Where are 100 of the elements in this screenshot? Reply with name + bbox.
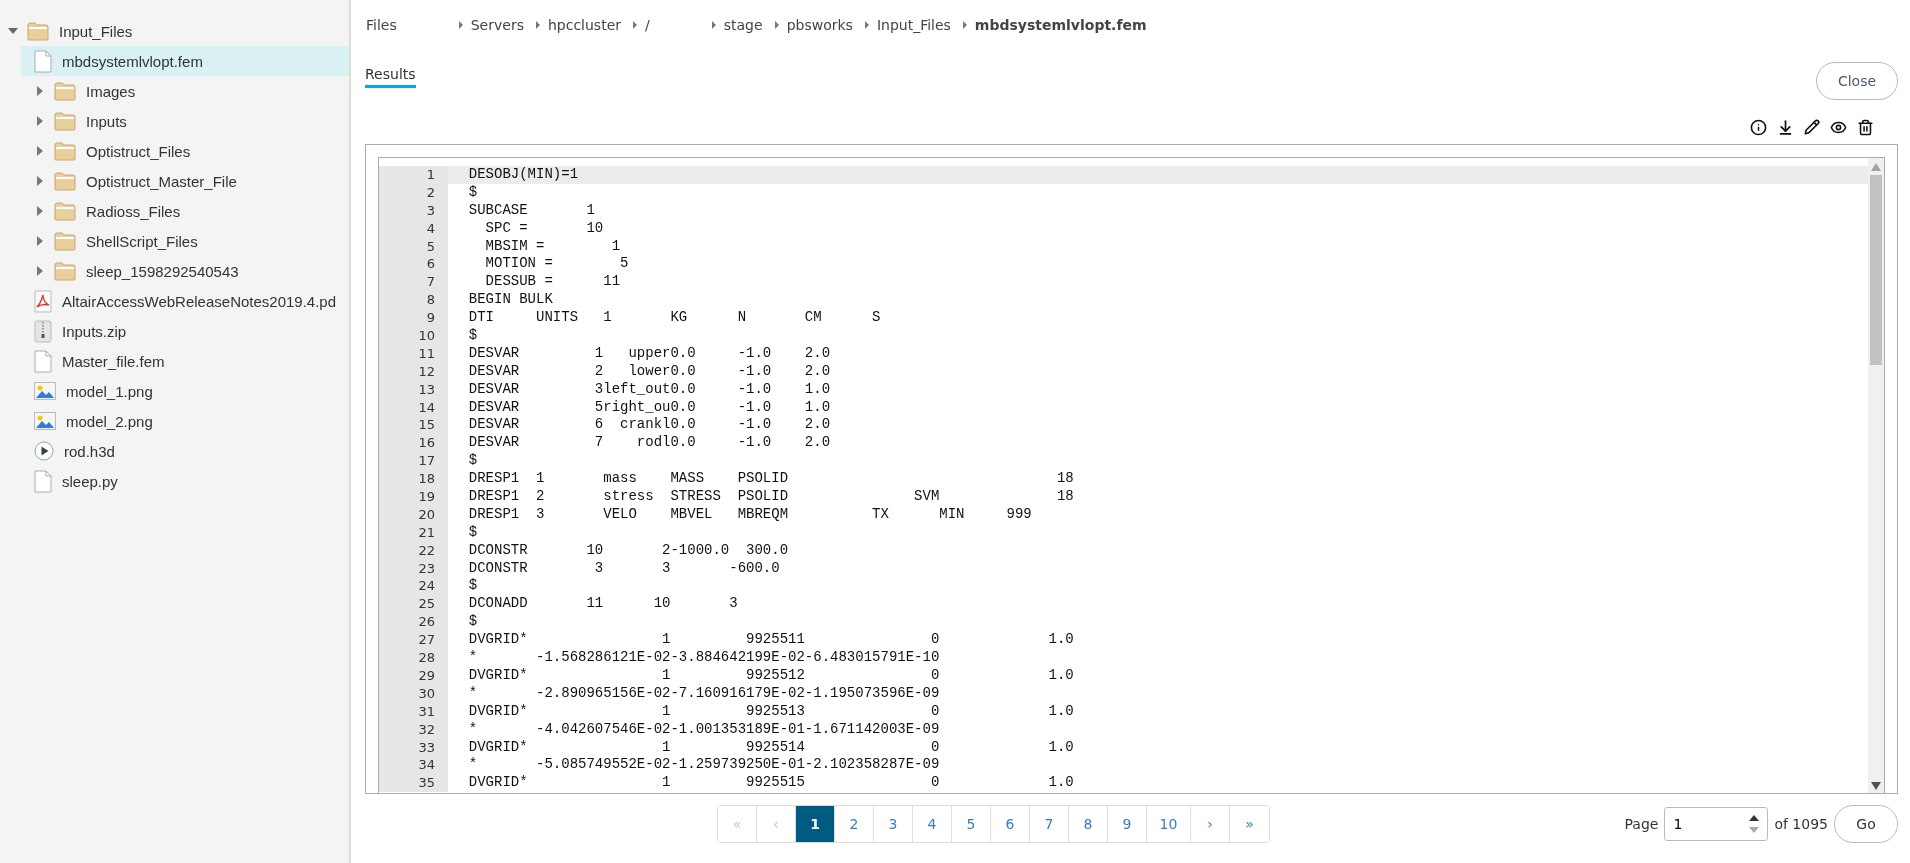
line-number: 27 [379,631,448,650]
line-number: 9 [379,309,448,327]
breadcrumb-link[interactable]: pbsworks [786,17,853,33]
code-line: DESVAR 7 rodl0.0 -1.0 2.0 [467,434,831,453]
file-name[interactable]: Master_file.fem [62,352,165,370]
code-line: $ [467,523,478,542]
breadcrumb-separator-icon [709,21,718,29]
code-line: DESSUB = 11 [484,273,621,292]
go-button[interactable]: Go [1834,805,1898,843]
code-line: DRESP1 2 stress STRESS PSOLID SVM 18 [467,488,1074,506]
trash-icon[interactable] [1857,118,1874,136]
code-line: DCONADD 11 10 3 [467,595,738,614]
breadcrumb-link[interactable]: stage [723,17,763,33]
tab[interactable]: Results [365,50,416,88]
line-number: 24 [379,577,448,596]
code-line: DTI UNITS 1 KG N CM S [467,309,881,327]
pdf-file-icon [34,289,52,313]
folder-icon [54,231,76,251]
breadcrumb-link[interactable]: Input_Files [876,17,951,33]
scroll-down-arrow-icon[interactable] [1871,782,1881,790]
scroll-up-arrow-icon[interactable] [1871,163,1881,171]
folder-name[interactable]: Inputs [86,112,127,130]
folder-icon [54,201,76,221]
breadcrumb-separator-icon [631,21,640,29]
code-line: $ [467,452,478,471]
zip-file-icon [34,319,52,343]
folder-icon [54,261,76,281]
breadcrumb-link[interactable]: / [645,17,650,33]
code-line: DESOBJ(MIN)=1 [467,166,579,184]
folder-name[interactable]: sleep_1598292540543 [86,262,239,280]
line-number: 16 [379,434,448,453]
line-number: 19 [379,488,448,506]
folder-icon [54,111,76,131]
document-icon [34,349,52,373]
pencil-icon[interactable] [1804,119,1820,135]
document-icon [34,469,52,493]
line-number: 1 [379,166,448,184]
file-name[interactable]: model_2.png [66,412,153,430]
line-number: 35 [379,774,448,793]
breadcrumb-link[interactable]: hpccluster [547,17,622,33]
folder-name[interactable]: Radioss_Files [86,202,181,220]
pagination-button[interactable]: 1 [796,806,835,842]
image-file-icon [34,412,56,430]
breadcrumb-link[interactable]: Servers [470,17,524,33]
line-number: 17 [379,452,448,471]
folder-name[interactable]: Optistruct_Master_File [86,172,237,190]
scrollbar-thumb[interactable] [1870,175,1882,365]
folder-icon [54,171,76,191]
code-line: DRESP1 1 mass MASS PSOLID 18 [467,470,1074,489]
code-line: * -2.890965156E-02-7.160916179E-02-1.195073596E-09 [467,684,940,703]
folder-name[interactable]: Images [86,82,136,100]
code-line: DVGRID* 1 9925513 0 1.0 [467,702,1074,721]
code-line: DVGRID* 1 9925515 0 1.0 [467,774,1074,793]
folder-icon [27,21,49,41]
breadcrumb-link[interactable]: mbdsystemlvlopt.fem [974,17,1147,33]
document-icon [34,49,52,73]
folder-name[interactable]: Optistruct_Files [86,142,191,160]
code-line: DESVAR 3left_out0.0 -1.0 1.0 [467,380,831,399]
file-name[interactable]: AltairAccessWebReleaseNotes2019.4.pd [62,292,337,310]
close-button[interactable]: Close [1816,62,1898,100]
image-file-icon [34,382,56,400]
code-line: $ [467,577,478,596]
line-number: 25 [379,595,448,614]
breadcrumb-separator-icon [533,21,542,29]
code-line: DRESP1 3 VELO MBVEL MBREQM TX MIN 999 [467,505,1032,524]
code-line: SUBCASE 1 [467,201,595,220]
code-line: * -5.085749552E-02-1.259739250E-01-2.102358287E-09 [467,756,940,775]
vertical-scrollbar[interactable] [1868,158,1884,793]
code-line: DESVAR 6 crankl0.0 -1.0 2.0 [467,416,831,435]
breadcrumb-link[interactable]: Files [366,17,397,33]
line-number: 28 [379,649,448,667]
file-name[interactable]: rod.h3d [64,442,115,460]
breadcrumb-separator-icon [456,21,465,29]
line-number: 18 [379,470,448,489]
info-icon[interactable] [1750,118,1767,136]
code-line: DVGRID* 1 9925512 0 1.0 [467,666,1074,685]
folder-name[interactable]: ShellScript_Files [86,232,198,250]
page-number-field[interactable]: 1 [1664,807,1769,841]
page-label: Page [1624,816,1659,832]
folder-icon [54,141,76,161]
folder-name[interactable]: Input_Files [59,22,133,40]
code-line: DESVAR 1 upper0.0 -1.0 2.0 [467,344,831,363]
file-name[interactable]: sleep.py [62,472,118,490]
code-line: DESVAR 2 lower0.0 -1.0 2.0 [467,362,831,381]
code-line: BEGIN BULK [467,291,553,310]
code-line: MOTION = 5 [484,255,629,274]
code-line: DESVAR 5right_ou0.0 -1.0 1.0 [467,398,831,417]
code-line: DCONSTR 3 3 -600.0 [467,559,780,578]
line-number: 7 [379,273,448,292]
line-number: 6 [379,255,448,274]
breadcrumb-separator-icon [772,21,781,29]
line-number: 10 [379,327,448,345]
file-name[interactable]: model_1.png [66,382,153,400]
download-icon[interactable] [1777,118,1794,136]
code-line: $ [467,613,478,632]
code-line: DVGRID* 1 9925514 0 1.0 [467,738,1074,757]
file-name[interactable]: Inputs.zip [62,322,127,340]
code-line: * -1.568286121E-02-3.884642199E-02-6.483015791E-10 [467,649,940,667]
code-line: $ [467,183,478,202]
line-number: 8 [379,291,448,310]
